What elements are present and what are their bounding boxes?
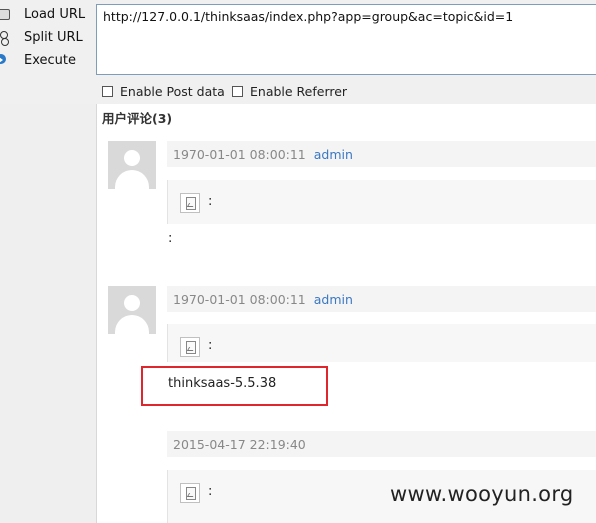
quote-colon: : — [208, 194, 213, 209]
comment-author-link[interactable]: admin — [314, 292, 353, 307]
watermark-text: www.wooyun.org — [390, 482, 574, 506]
comment-datetime: 1970-01-01 08:00:11 — [173, 146, 306, 162]
quote-colon: : — [208, 338, 213, 353]
split-url-label: Split URL — [24, 29, 83, 45]
split-url-button[interactable]: Split URL — [0, 27, 83, 47]
broken-image-icon — [180, 337, 200, 357]
enable-post-checkbox[interactable] — [102, 86, 113, 97]
comment-meta: 1970-01-01 08:00:11 admin — [167, 286, 596, 312]
execute-label: Execute — [24, 52, 76, 68]
split-url-icon — [0, 29, 14, 46]
enable-post-label: Enable Post data — [120, 84, 225, 99]
execute-button[interactable]: Execute — [0, 50, 76, 70]
load-url-button[interactable]: Load URL — [0, 4, 85, 24]
enable-referrer-checkbox[interactable] — [232, 86, 243, 97]
comments-section: 用户评论(3) 1970-01-01 08:00:11 admin : : 19… — [97, 104, 596, 523]
highlight-box — [141, 366, 328, 406]
left-rail — [0, 104, 97, 523]
comment-author-link[interactable]: admin — [314, 147, 353, 162]
execute-icon — [0, 52, 14, 68]
broken-image-icon — [180, 193, 200, 213]
load-url-label: Load URL — [24, 6, 86, 22]
load-url-icon — [0, 6, 14, 22]
broken-image-icon — [180, 483, 200, 503]
avatar[interactable] — [108, 286, 156, 334]
enable-referrer-label: Enable Referrer — [250, 84, 348, 99]
reply-meta: 2015-04-17 22:19:40 — [167, 431, 596, 457]
enable-post-toggle[interactable]: Enable Post data — [102, 84, 225, 99]
comment-quote: : — [167, 180, 596, 224]
reply-datetime: 2015-04-17 22:19:40 — [173, 436, 306, 452]
url-textarea[interactable]: http://127.0.0.1/thinksaas/index.php?app… — [96, 4, 596, 75]
avatar[interactable] — [108, 141, 156, 189]
comment-quote: : — [167, 324, 596, 362]
comment-datetime: 1970-01-01 08:00:11 — [173, 291, 306, 307]
comment-body: : — [168, 231, 173, 246]
hackbar-actions: Load URL Split URL Execute — [0, 0, 96, 104]
enable-referrer-toggle[interactable]: Enable Referrer — [232, 84, 347, 99]
quote-colon: : — [208, 484, 213, 499]
hackbar-toolbar: Load URL Split URL Execute http://127.0.… — [0, 0, 596, 104]
section-title: 用户评论(3) — [102, 111, 173, 126]
comment-meta: 1970-01-01 08:00:11 admin — [167, 141, 596, 167]
